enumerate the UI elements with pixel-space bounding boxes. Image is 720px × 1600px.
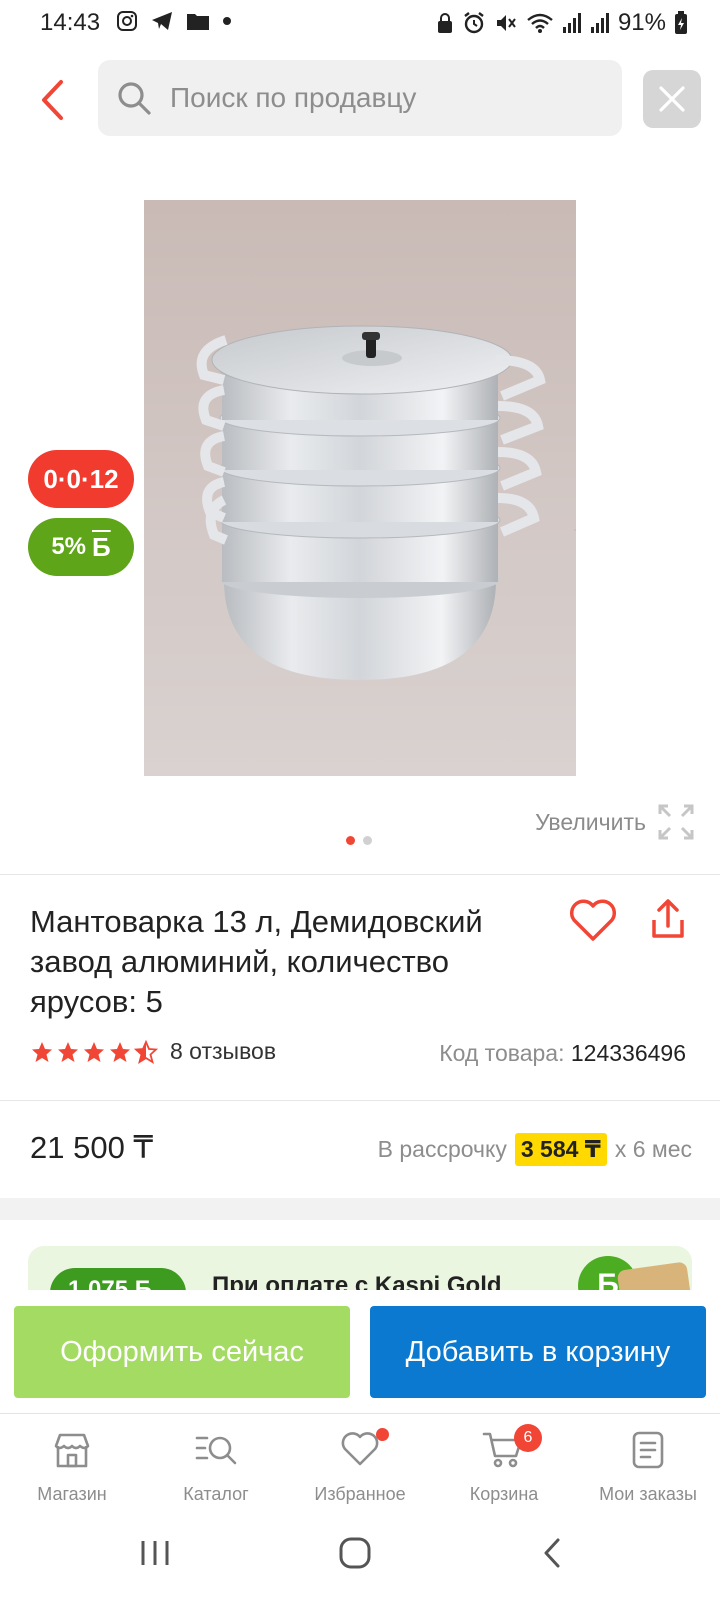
home-button[interactable] [338,1537,372,1574]
zoom-label: Увеличить [535,808,646,835]
favorite-button[interactable] [568,898,618,947]
gallery-dot-active[interactable] [346,836,355,845]
sku-value: 124336496 [570,1040,686,1066]
search-input[interactable] [170,82,600,114]
search-bar[interactable] [98,60,622,136]
star-filled-icon [110,1041,130,1062]
recent-apps-icon [141,1541,169,1565]
star-half-icon [134,1039,158,1064]
lock-icon [437,13,452,33]
nav-label: Мои заказы [599,1484,697,1504]
back-button[interactable] [30,74,74,126]
nav-label: Избранное [314,1484,406,1504]
search-icon [118,82,151,115]
battery-icon [675,11,687,34]
system-navigation-bar [0,1515,720,1600]
add-to-cart-button[interactable]: Добавить в корзину [370,1306,706,1398]
divider [0,874,720,875]
divider [0,1100,720,1101]
status-bar: 14:43 91% [0,0,720,46]
product-price: 21 500 ₸ [30,1130,154,1165]
status-time: 14:43 [40,9,101,36]
home-icon [339,1537,371,1569]
star-filled-icon [84,1041,104,1062]
product-title: Мантоварка 13 л, Демидовский завод алюми… [30,904,483,1019]
system-back-button[interactable] [540,1537,564,1574]
nav-label: Корзина [469,1484,539,1504]
status-left-icons [116,10,232,32]
gallery-pagination [346,836,372,845]
rating: 8 отзывов [30,1038,276,1065]
instagram-icon [117,11,137,31]
product-image[interactable] [144,200,576,776]
battery-percent: 91% [617,9,666,36]
back-arrow-icon [544,1538,560,1568]
installment-info[interactable]: В рассрочку 3 584 ₸ x 6 мес [378,1133,692,1166]
orders-icon [632,1431,664,1469]
notification-dot [376,1428,389,1441]
nav-label: Магазин [37,1484,107,1504]
bottom-navigation: Магазин Каталог Избранное 6 Корзина Мои … [0,1413,720,1515]
status-right: 91% [436,9,688,37]
bonus-badge-currency: Б [92,531,111,562]
recent-apps-button[interactable] [138,1537,172,1574]
share-button[interactable] [646,898,690,947]
heart-icon [341,1432,379,1466]
signal-icon [590,13,609,33]
chevron-left-icon [42,80,63,120]
nav-item-shop[interactable]: Магазин [0,1414,144,1515]
star-filled-icon [58,1041,78,1062]
catalog-search-icon [195,1436,237,1465]
bonus-badge-value: 5% [51,533,86,560]
mute-icon [496,15,516,31]
section-separator [0,1198,720,1220]
installment-suffix: x 6 мес [614,1136,692,1162]
folder-icon [187,14,209,30]
buy-now-button[interactable]: Оформить сейчас [14,1306,350,1398]
steamer-pot-illustration [196,325,576,680]
signal-icon [562,13,581,33]
star-filled-icon [32,1041,52,1062]
gallery-dot[interactable] [363,836,372,845]
sku-label: Код товара: [439,1040,565,1066]
nav-item-cart[interactable]: 6 Корзина [432,1414,576,1515]
heart-icon [569,899,617,941]
shop-icon [54,1433,90,1468]
nav-label: Каталог [183,1484,249,1504]
close-icon [659,86,685,112]
installment-badge: 0·0·12 [28,450,134,508]
installment-amount: 3 584 ₸ [514,1133,607,1166]
product-sku: Код товара: 124336496 [439,1040,686,1067]
nav-item-orders[interactable]: Мои заказы [576,1414,720,1515]
alarm-icon [464,12,484,34]
nav-item-favorites[interactable]: Избранное [288,1414,432,1515]
telegram-icon [152,12,172,30]
cart-count-badge: 6 [514,1424,542,1452]
bonus-badge: 5% Б [28,518,134,576]
clear-search-button[interactable] [643,70,701,128]
expand-icon [658,804,694,840]
zoom-button[interactable]: Увеличить [535,804,694,840]
nav-item-catalog[interactable]: Каталог [144,1414,288,1515]
action-bar: Оформить сейчас Добавить в корзину [0,1290,720,1412]
installment-prefix: В рассрочку [377,1136,507,1162]
reviews-link[interactable]: 8 отзывов [170,1038,276,1065]
wifi-icon [527,13,553,33]
dot-icon [223,17,231,25]
share-icon [652,899,684,938]
